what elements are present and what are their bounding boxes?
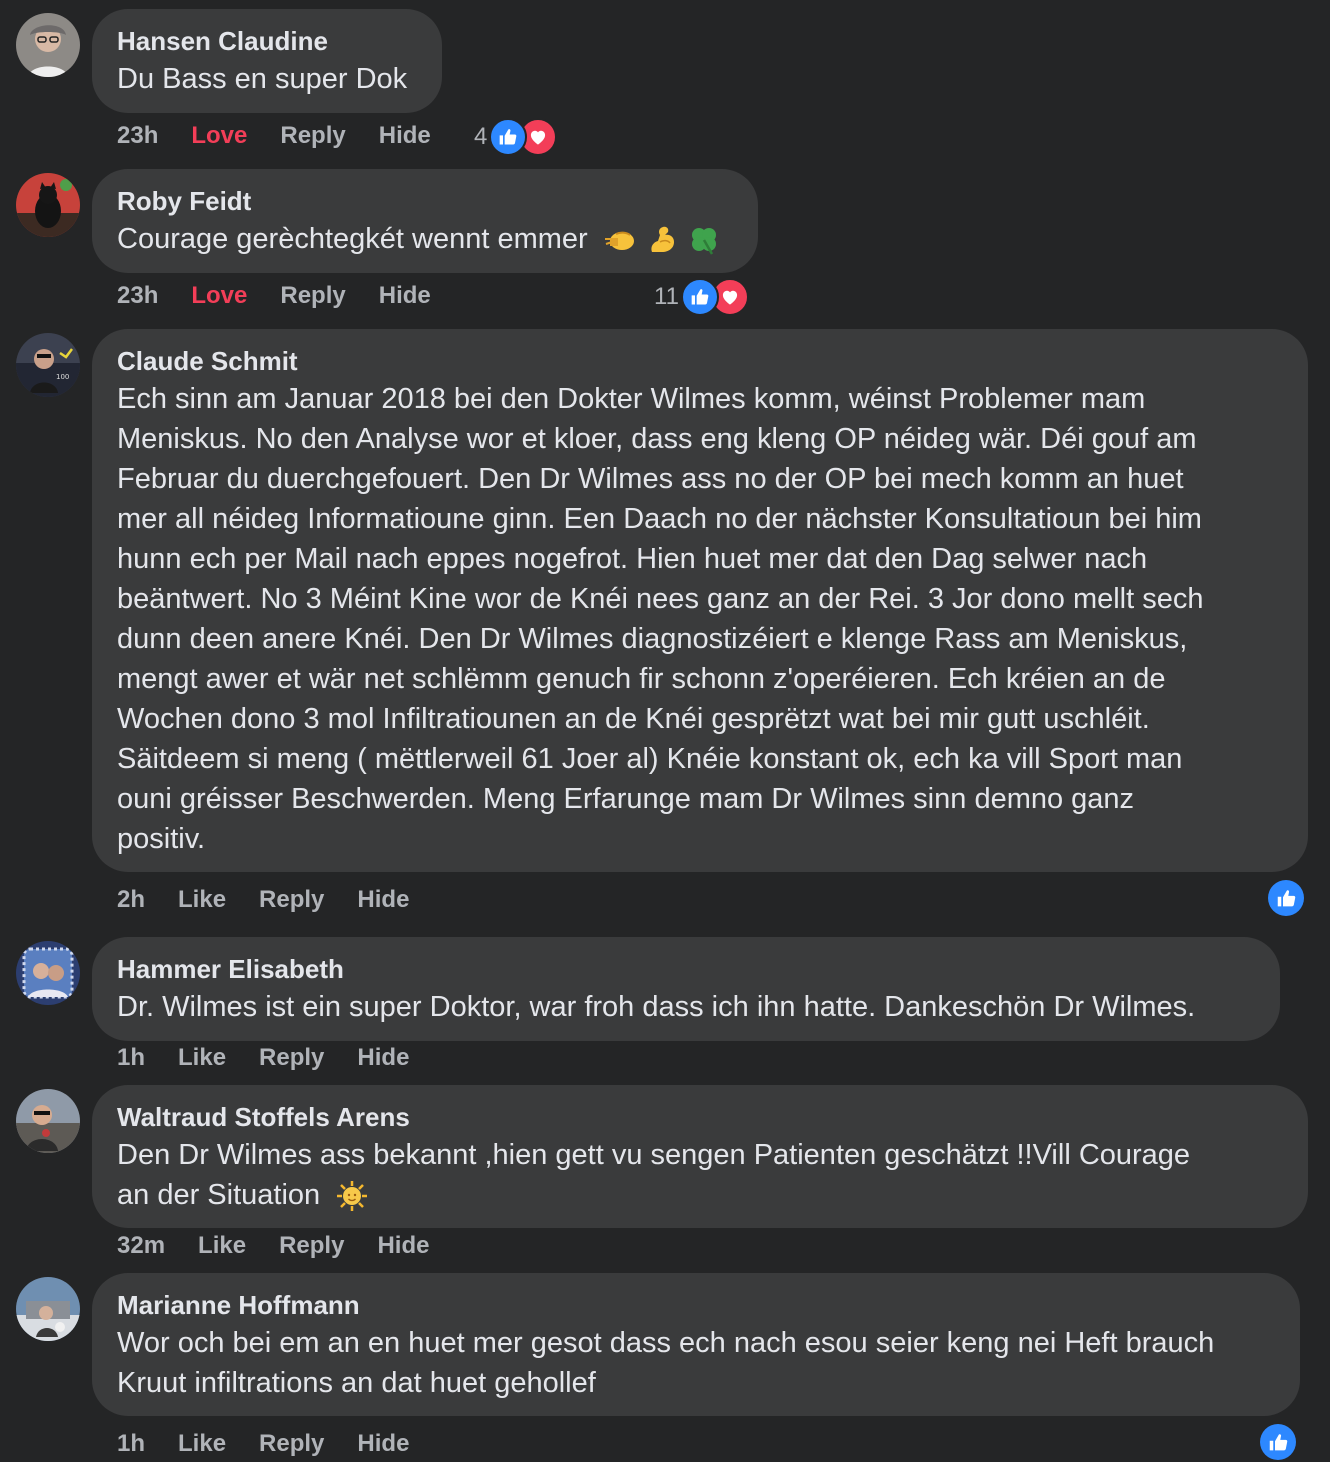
svg-text:100: 100: [56, 373, 69, 381]
like-button[interactable]: Like: [178, 1430, 226, 1458]
shamrock-icon: [688, 224, 720, 256]
comment-actions: 32m Like Reply Hide: [117, 1232, 429, 1260]
reaction-count: 4: [474, 123, 488, 150]
comment-time[interactable]: 1h: [117, 1430, 145, 1458]
hide-button[interactable]: Hide: [357, 1044, 409, 1072]
comment-text: Du Bass en super Dok: [117, 63, 408, 95]
comment-actions: 1h Like Reply Hide: [117, 1044, 409, 1072]
comment-time[interactable]: 23h: [117, 282, 158, 310]
comment-text-line: hunn ech per Mail nach eppes nogefrot. H…: [117, 543, 1148, 575]
comment-author[interactable]: Hammer Elisabeth: [117, 951, 1255, 987]
comment-text-content: Courage gerèchtegkét wennt emmer: [117, 223, 588, 255]
comment-text-line: mer all néideg Informatioune ginn. Een D…: [117, 503, 1202, 535]
comment-text-line-wrapper: an der Situation: [117, 1175, 1283, 1215]
comment-author[interactable]: Hansen Claudine: [117, 23, 417, 59]
comment-actions: 23h Love Reply Hide: [117, 122, 431, 150]
hide-button[interactable]: Hide: [379, 122, 431, 150]
comment-text-line: positiv.: [117, 823, 206, 855]
comment-time[interactable]: 23h: [117, 122, 158, 150]
comment-text: Wor och bei em an en huet mer gesot dass…: [117, 1323, 1275, 1403]
love-button[interactable]: Love: [191, 282, 247, 310]
comment-author[interactable]: Roby Feidt: [117, 183, 733, 219]
reaction-count: 11: [654, 283, 679, 310]
reaction-summary[interactable]: 11: [654, 278, 749, 316]
comment-text: Courage gerèchtegkét wennt emmer: [117, 219, 733, 259]
comment-author[interactable]: Claude Schmit: [117, 343, 1283, 379]
comment-actions: 1h Like Reply Hide: [117, 1430, 409, 1458]
comment-text-line: beäntwert. No 3 Méint Kine wor de Knéi n…: [117, 583, 1204, 615]
like-button[interactable]: Like: [178, 1044, 226, 1072]
avatar[interactable]: [16, 13, 80, 77]
comment-bubble: Waltraud Stoffels Arens Den Dr Wilmes as…: [92, 1085, 1308, 1228]
reply-button[interactable]: Reply: [259, 886, 324, 914]
comment-text-line: ouni gréisser Beschwerden. Meng Erfarung…: [117, 783, 1135, 815]
comment-author[interactable]: Waltraud Stoffels Arens: [117, 1099, 1283, 1135]
comment-text-line: Ech sinn am Januar 2018 bei den Dokter W…: [117, 383, 1146, 415]
avatar[interactable]: [16, 1089, 80, 1153]
comment-bubble: Hammer Elisabeth Dr. Wilmes ist ein supe…: [92, 937, 1280, 1041]
hide-button[interactable]: Hide: [377, 1232, 429, 1260]
comment-text-line: dunn deen anere Knéi. Den Dr Wilmes diag…: [117, 623, 1188, 655]
reply-button[interactable]: Reply: [279, 1232, 344, 1260]
comment-text: Ech sinn am Januar 2018 bei den Dokter W…: [117, 379, 1283, 859]
love-button[interactable]: Love: [191, 122, 247, 150]
comment-text-line: Den Dr Wilmes ass bekannt ,hien gett vu …: [117, 1139, 1191, 1171]
comment-bubble: Hansen Claudine Du Bass en super Dok: [92, 9, 442, 113]
hide-button[interactable]: Hide: [357, 886, 409, 914]
reply-button[interactable]: Reply: [280, 122, 345, 150]
comment-text-line: Säitdeem si meng ( mëttlerweil 61 Joer a…: [117, 743, 1183, 775]
reply-button[interactable]: Reply: [259, 1044, 324, 1072]
like-button[interactable]: Like: [198, 1232, 246, 1260]
comment-time[interactable]: 1h: [117, 1044, 145, 1072]
like-icon: [489, 118, 528, 156]
comment-bubble: Claude Schmit Ech sinn am Januar 2018 be…: [92, 329, 1308, 872]
avatar[interactable]: [16, 173, 80, 237]
sun-with-face-icon: [336, 1180, 368, 1212]
comment-text-line: Kruut infiltrations an dat huet gehollef: [117, 1367, 596, 1399]
like-button[interactable]: Like: [178, 886, 226, 914]
comment-text: Dr. Wilmes ist ein super Doktor, war fro…: [117, 991, 1196, 1023]
comment-text-line: mengt awer et wär net schlëmm genuch fir…: [117, 663, 1166, 695]
like-icon: [680, 278, 719, 316]
hide-button[interactable]: Hide: [379, 282, 431, 310]
comment-author[interactable]: Marianne Hoffmann: [117, 1287, 1275, 1323]
comment-text: Den Dr Wilmes ass bekannt ,hien gett vu …: [117, 1135, 1283, 1215]
like-icon[interactable]: [1260, 1424, 1296, 1460]
comment-text-line: Februar du duerchgefouert. Den Dr Wilmes…: [117, 463, 1184, 495]
comment-time[interactable]: 2h: [117, 886, 145, 914]
comment-actions: 23h Love Reply Hide: [117, 282, 431, 310]
avatar[interactable]: [16, 941, 80, 1005]
comment-bubble: Roby Feidt Courage gerèchtegkét wennt em…: [92, 169, 758, 273]
hide-button[interactable]: Hide: [357, 1430, 409, 1458]
comment-actions: 2h Like Reply Hide: [117, 886, 409, 914]
comment-time[interactable]: 32m: [117, 1232, 165, 1260]
reply-button[interactable]: Reply: [259, 1430, 324, 1458]
comment-text-line: Wor och bei em an en huet mer gesot dass…: [117, 1327, 1215, 1359]
reply-button[interactable]: Reply: [280, 282, 345, 310]
reaction-summary[interactable]: 4: [474, 118, 558, 156]
avatar[interactable]: 100: [16, 333, 80, 397]
comment-text-line: an der Situation: [117, 1179, 321, 1211]
fist-bump-icon: [604, 224, 636, 256]
comment-text-line: Meniskus. No den Analyse wor et kloer, d…: [117, 423, 1197, 455]
like-icon[interactable]: [1268, 880, 1304, 916]
flexed-biceps-icon: [646, 224, 678, 256]
comment-text-line: Wochen dono 3 mol Infiltratiounen an de …: [117, 703, 1150, 735]
avatar[interactable]: [16, 1277, 80, 1341]
comment-bubble: Marianne Hoffmann Wor och bei em an en h…: [92, 1273, 1300, 1416]
